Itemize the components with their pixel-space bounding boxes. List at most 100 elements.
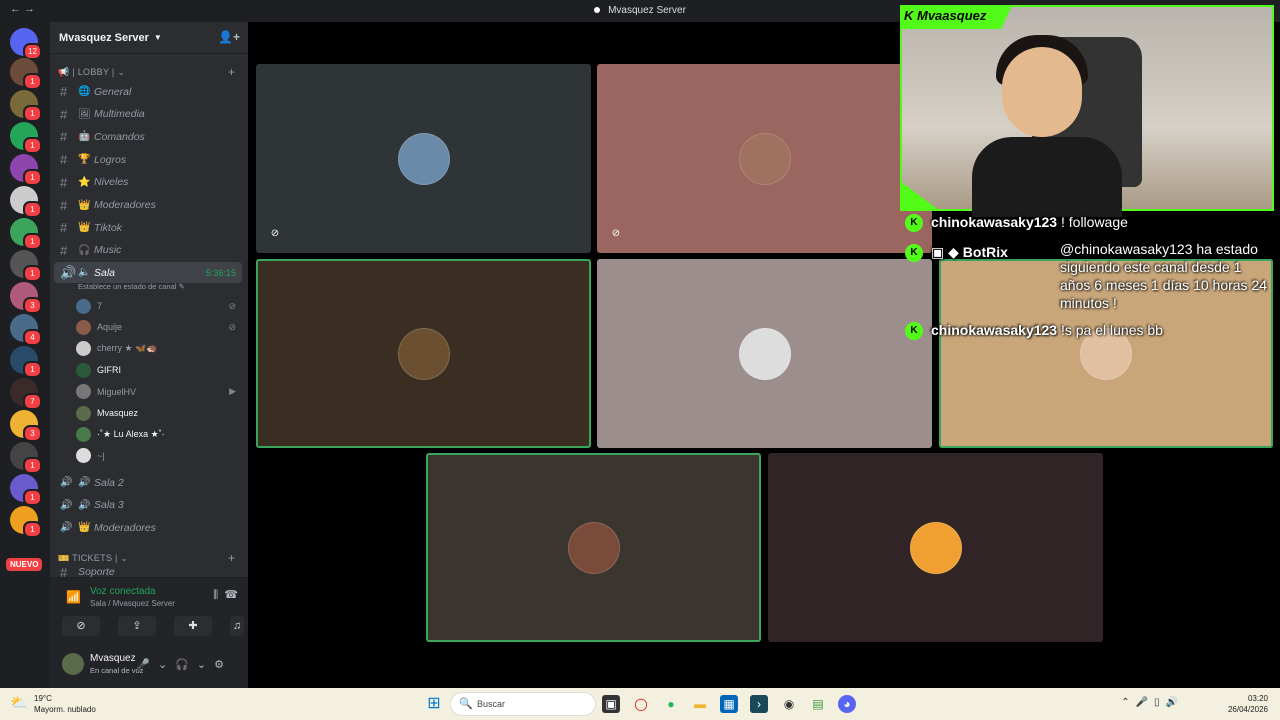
server-icon[interactable]: 1 — [10, 442, 42, 474]
channel-name: Comandos — [94, 130, 145, 143]
voice-member[interactable]: cherry ★ 🦋🦔 — [76, 339, 244, 359]
category-tickets[interactable]: 🎫 TICKETS | ⌄ + — [58, 551, 235, 565]
activities-button[interactable]: ✚ — [174, 616, 212, 636]
avatar — [567, 521, 620, 574]
server-icon[interactable]: 1 — [10, 218, 42, 250]
avatar — [909, 521, 962, 574]
server-icon[interactable]: 3 — [10, 410, 42, 442]
notification-badge: 3 — [23, 297, 42, 314]
store-icon[interactable]: ▦ — [720, 695, 738, 713]
discord-icon[interactable]: ◕ — [838, 695, 856, 713]
voice-channel[interactable]: 🔊 🔊 Sala 3 — [54, 495, 242, 516]
text-channel[interactable]: # 🏆 Logros — [54, 149, 242, 170]
member-name: Mvasquez — [97, 408, 139, 418]
server-header[interactable]: Mvasquez Server ▼ 👤+ — [50, 22, 248, 54]
voice-member[interactable]: MiguelHV ▶ — [76, 382, 244, 402]
participant-tile[interactable]: ⊘ — [597, 64, 932, 253]
user-panel: Mvasquez En canal de voz 🎤⌄🎧⌄⚙ — [50, 642, 248, 688]
app-icon[interactable]: › — [750, 695, 768, 713]
voice-member[interactable]: 7 ⊘ — [76, 296, 244, 316]
system-tray-icons[interactable]: ⌃🎤▯🔊 — [1121, 697, 1184, 708]
server-icon[interactable]: 1 — [10, 506, 42, 538]
chevron-down-icon: ▼ — [153, 33, 162, 42]
screen-share-button[interactable]: ⇪ — [118, 616, 156, 636]
voice-member[interactable]: Mvasquez — [76, 403, 244, 423]
speaker-icon: 🔊 — [60, 499, 73, 511]
channel-name: General — [94, 85, 132, 98]
category-lobby[interactable]: 📢 | LOBBY | ⌄ + — [58, 65, 235, 79]
voice-connected-title[interactable]: Voz conectada — [90, 586, 156, 597]
app-icon[interactable]: ◉ — [780, 695, 798, 713]
server-icon[interactable]: 1 — [10, 122, 42, 154]
voice-channel-sala[interactable]: 🔊 🔈 Sala 5:36:15 — [54, 262, 242, 283]
server-icon[interactable]: 1 — [10, 250, 42, 282]
server-icon[interactable]: 1 — [10, 346, 42, 378]
server-icon[interactable]: 1 — [10, 58, 42, 90]
search-box[interactable]: 🔍 Buscar — [450, 692, 596, 716]
user-name[interactable]: Mvasquez — [90, 653, 136, 664]
server-icon[interactable]: 1 — [10, 474, 42, 506]
text-channel[interactable]: # 🌐 General — [54, 81, 242, 102]
voice-member[interactable]: ·˚★ Lu Alexa ★˚· — [76, 424, 244, 444]
channel-emoji-icon: 🔊 — [78, 499, 91, 511]
server-icon[interactable]: 1 — [10, 90, 42, 122]
mic-headset-settings-icons[interactable]: 🎤⌄🎧⌄⚙ — [136, 658, 232, 671]
channel-name: Moderadores — [94, 199, 156, 211]
discord-home-icon[interactable]: 12 — [10, 28, 42, 60]
voice-channel[interactable]: 🔊 👑 Moderadores — [54, 517, 242, 538]
avatar[interactable] — [62, 653, 84, 675]
voice-connected-panel: 📶 Voz conectada Sala / Mvasquez Server ⫼… — [50, 577, 248, 642]
notification-badge: 1 — [23, 169, 42, 186]
chat-message: chinokawasaky123 ! followage — [931, 214, 1128, 230]
add-channel-icon[interactable]: + — [228, 65, 235, 79]
add-channel-icon[interactable]: + — [228, 551, 235, 565]
folder-icon[interactable]: ▬ — [691, 695, 709, 713]
chat-message: ▣ ◆ BotRix — [931, 244, 1008, 260]
member-name: GIFRI — [97, 365, 121, 376]
channel-emoji-icon: ⭐ — [78, 176, 91, 188]
noise-and-disconnect-icons[interactable]: ⫼ ☎ — [213, 588, 238, 602]
voice-member[interactable]: ~| — [76, 446, 244, 466]
hash-icon: # — [60, 152, 68, 168]
text-channel[interactable]: # 🎧 Music — [54, 240, 242, 261]
server-name: Mvasquez Server — [59, 31, 149, 44]
text-channel[interactable]: # 🤖 Comandos — [54, 126, 242, 147]
text-channel-soporte[interactable]: # Soporte — [54, 567, 242, 577]
server-icon[interactable]: 7 — [10, 378, 42, 410]
voice-connected-subtitle[interactable]: Sala / Mvasquez Server — [90, 599, 175, 608]
member-name: ·˚★ Lu Alexa ★˚· — [97, 428, 165, 439]
server-icon[interactable]: 3 — [10, 282, 42, 314]
participant-tile[interactable] — [426, 453, 761, 642]
camera-off-button[interactable]: ⊘ — [62, 616, 100, 636]
notification-badge: 1 — [23, 105, 42, 122]
signal-icon[interactable]: 📶 — [66, 590, 81, 604]
server-icon[interactable]: 1 — [10, 186, 42, 218]
clock[interactable]: 03:20 26/04/2026 — [1228, 693, 1268, 715]
participant-tile[interactable]: ⊘ — [256, 64, 591, 253]
opera-icon[interactable]: ◯ — [632, 695, 650, 713]
windows-taskbar: ⛅ 19°C Mayorm. nublado ⊞ 🔍 Buscar ▣ ◯ ● … — [0, 688, 1280, 720]
start-icon[interactable]: ⊞ — [425, 695, 443, 713]
server-icon[interactable]: 1 — [10, 154, 42, 186]
channel-name: Sala 2 — [94, 476, 124, 489]
add-user-icon[interactable]: 👤+ — [218, 30, 240, 44]
text-channel[interactable]: # 🖼 Multimedia — [54, 104, 242, 125]
server-icon[interactable]: 4 — [10, 314, 42, 346]
app-icon[interactable]: ▤ — [809, 695, 827, 713]
participant-tile[interactable] — [597, 259, 932, 448]
voice-channel[interactable]: 🔊 🔊 Sala 2 — [54, 472, 242, 493]
participant-tile[interactable] — [768, 453, 1103, 642]
kick-logo-icon: K — [905, 322, 923, 340]
task-view-icon[interactable]: ▣ — [602, 695, 620, 713]
text-channel[interactable]: # 👑 Moderadores — [54, 195, 242, 216]
nuevo-badge[interactable]: NUEVO — [6, 558, 43, 571]
kick-logo-icon: K — [905, 214, 923, 232]
participant-tile[interactable] — [256, 259, 591, 448]
channel-status-prompt[interactable]: Establece un estado de canal ✎ — [78, 282, 185, 291]
text-channel[interactable]: # ⭐ Niveles — [54, 172, 242, 193]
text-channel[interactable]: # 👑 Tiktok — [54, 217, 242, 238]
voice-member[interactable]: GIFRI — [76, 360, 244, 380]
soundboard-button[interactable]: ♫ — [230, 616, 244, 636]
spotify-icon[interactable]: ● — [662, 695, 680, 713]
voice-member[interactable]: Aquije ⊘ — [76, 317, 244, 337]
